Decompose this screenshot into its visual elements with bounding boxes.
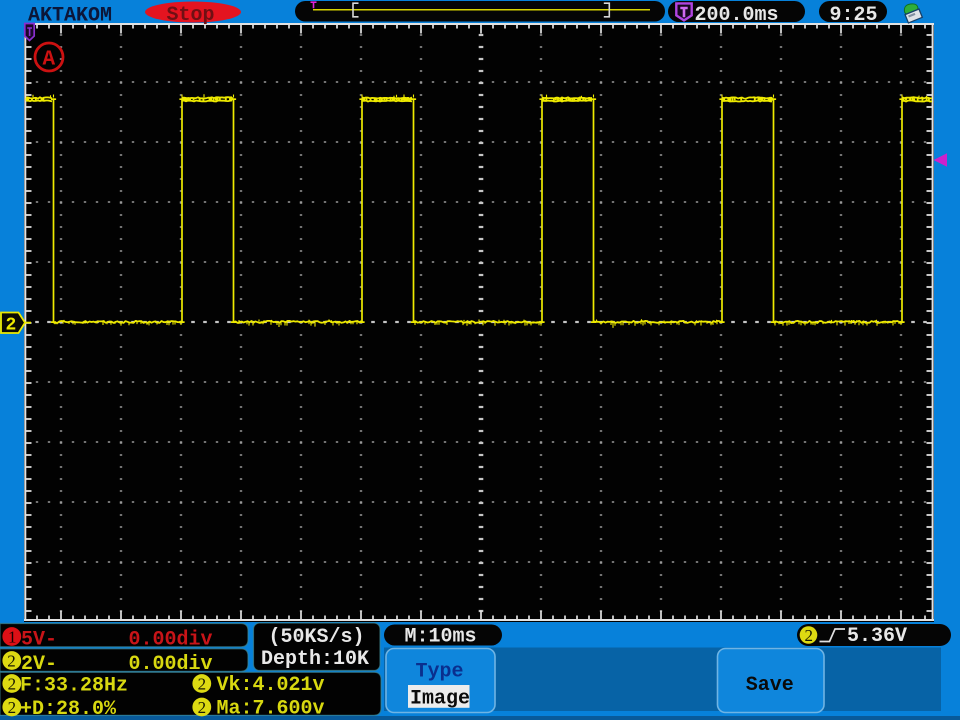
- svg-text:1: 1: [8, 628, 17, 647]
- svg-text:2: 2: [7, 652, 16, 671]
- svg-text:5.36V: 5.36V: [847, 625, 907, 648]
- svg-text:(50KS/s): (50KS/s): [269, 626, 365, 649]
- svg-text:Save: Save: [746, 674, 794, 697]
- svg-text:Image: Image: [410, 688, 470, 711]
- svg-text:2: 2: [198, 698, 207, 717]
- svg-text:AKTAKOM: AKTAKOM: [28, 5, 112, 28]
- svg-text:Depth:10K: Depth:10K: [261, 648, 369, 671]
- svg-text:Stop: Stop: [167, 4, 215, 27]
- svg-text:+D:28.0%: +D:28.0%: [20, 698, 117, 720]
- svg-text:A: A: [43, 49, 56, 72]
- svg-text:Ma:7.600v: Ma:7.600v: [217, 698, 325, 720]
- svg-text:5V-: 5V-: [21, 629, 57, 652]
- svg-text:2: 2: [8, 698, 17, 717]
- svg-text:Vk:4.021v: Vk:4.021v: [217, 674, 325, 697]
- svg-text:2: 2: [6, 316, 17, 336]
- svg-text:2: 2: [8, 675, 17, 694]
- svg-text:9:25: 9:25: [830, 4, 878, 27]
- svg-text:Type: Type: [416, 661, 464, 684]
- svg-text:2: 2: [198, 675, 207, 694]
- svg-text:F:33.28Hz: F:33.28Hz: [20, 674, 128, 697]
- svg-text:M:10ms: M:10ms: [405, 626, 477, 649]
- svg-text:0.00div: 0.00div: [129, 629, 213, 652]
- svg-text:2: 2: [805, 626, 814, 645]
- svg-text:200.0ms: 200.0ms: [695, 4, 779, 27]
